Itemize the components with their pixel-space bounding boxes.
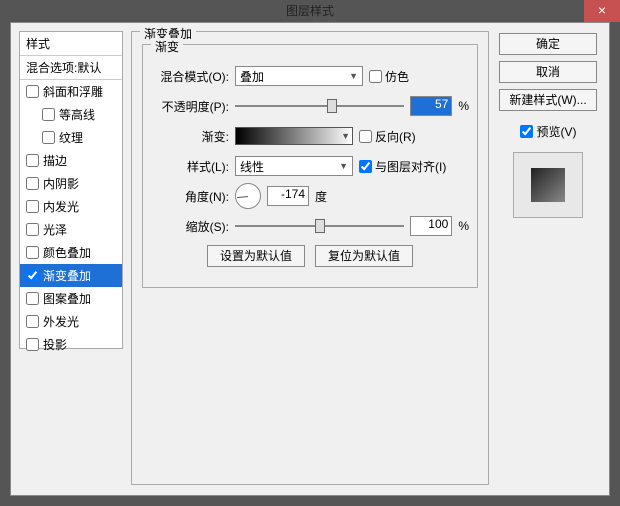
style-item-10[interactable]: 外发光 <box>20 310 122 333</box>
style-item-checkbox[interactable] <box>26 269 39 282</box>
dither-checkbox[interactable]: 仿色 <box>369 68 409 85</box>
styles-header: 样式 <box>20 32 122 56</box>
style-item-label: 图案叠加 <box>43 290 91 307</box>
style-item-label: 投影 <box>43 336 67 353</box>
gradient-overlay-group: 渐变叠加 渐变 混合模式(O): 叠加▼ 仿色 不透明度(P): <box>131 31 489 485</box>
style-item-label: 外发光 <box>43 313 79 330</box>
scale-slider[interactable] <box>235 217 404 235</box>
style-item-8[interactable]: 渐变叠加 <box>20 264 122 287</box>
style-select[interactable]: 线性▼ <box>235 156 353 176</box>
style-label: 样式(L): <box>151 158 229 175</box>
style-item-checkbox[interactable] <box>26 246 39 259</box>
style-item-6[interactable]: 光泽 <box>20 218 122 241</box>
style-item-checkbox[interactable] <box>26 154 39 167</box>
gradient-subgroup: 渐变 混合模式(O): 叠加▼ 仿色 不透明度(P): 57 <box>142 44 478 288</box>
blend-mode-select[interactable]: 叠加▼ <box>235 66 363 86</box>
align-checkbox[interactable]: 与图层对齐(I) <box>359 158 446 175</box>
style-item-label: 描边 <box>43 152 67 169</box>
preview-checkbox[interactable]: 预览(V) <box>499 123 597 140</box>
opacity-slider[interactable] <box>235 97 404 115</box>
style-item-checkbox[interactable] <box>26 223 39 236</box>
ok-button[interactable]: 确定 <box>499 33 597 55</box>
style-item-label: 内发光 <box>43 198 79 215</box>
angle-dial[interactable] <box>235 183 261 209</box>
style-item-checkbox[interactable] <box>42 108 55 121</box>
style-item-4[interactable]: 内阴影 <box>20 172 122 195</box>
style-item-checkbox[interactable] <box>26 315 39 328</box>
chevron-down-icon: ▼ <box>341 131 350 141</box>
chevron-down-icon: ▼ <box>349 71 358 81</box>
new-style-button[interactable]: 新建样式(W)... <box>499 89 597 111</box>
right-panel: 确定 取消 新建样式(W)... 预览(V) <box>499 33 597 218</box>
dialog: 样式 混合选项:默认 斜面和浮雕等高线纹理描边内阴影内发光光泽颜色叠加渐变叠加图… <box>10 22 610 496</box>
style-item-2[interactable]: 纹理 <box>20 126 122 149</box>
gradient-picker[interactable]: ▼ <box>235 127 353 145</box>
style-item-label: 颜色叠加 <box>43 244 91 261</box>
blend-mode-label: 混合模式(O): <box>151 68 229 85</box>
style-item-label: 纹理 <box>59 129 83 146</box>
style-item-label: 光泽 <box>43 221 67 238</box>
style-item-7[interactable]: 颜色叠加 <box>20 241 122 264</box>
style-item-1[interactable]: 等高线 <box>20 103 122 126</box>
preview-swatch <box>513 152 583 218</box>
angle-input[interactable]: -174 <box>267 186 309 206</box>
angle-label: 角度(N): <box>151 188 229 205</box>
reset-default-button[interactable]: 复位为默认值 <box>315 245 413 267</box>
style-item-0[interactable]: 斜面和浮雕 <box>20 80 122 103</box>
style-item-label: 等高线 <box>59 106 95 123</box>
style-item-checkbox[interactable] <box>26 338 39 351</box>
style-item-5[interactable]: 内发光 <box>20 195 122 218</box>
opacity-input[interactable]: 57 <box>410 96 452 116</box>
style-item-label: 渐变叠加 <box>43 267 91 284</box>
style-item-checkbox[interactable] <box>42 131 55 144</box>
preview-swatch-inner <box>531 168 565 202</box>
style-item-11[interactable]: 投影 <box>20 333 122 356</box>
style-item-9[interactable]: 图案叠加 <box>20 287 122 310</box>
style-item-label: 斜面和浮雕 <box>43 83 103 100</box>
subgroup-title: 渐变 <box>151 38 183 55</box>
gradient-label: 渐变: <box>151 128 229 145</box>
scale-input[interactable]: 100 <box>410 216 452 236</box>
style-item-checkbox[interactable] <box>26 292 39 305</box>
style-item-checkbox[interactable] <box>26 177 39 190</box>
styles-list: 样式 混合选项:默认 斜面和浮雕等高线纹理描边内阴影内发光光泽颜色叠加渐变叠加图… <box>19 31 123 349</box>
blend-options-header[interactable]: 混合选项:默认 <box>20 56 122 80</box>
set-default-button[interactable]: 设置为默认值 <box>207 245 305 267</box>
cancel-button[interactable]: 取消 <box>499 61 597 83</box>
window-title: 图层样式 <box>286 4 334 18</box>
reverse-checkbox[interactable]: 反向(R) <box>359 128 416 145</box>
style-item-label: 内阴影 <box>43 175 79 192</box>
title-bar: 图层样式 <box>0 0 620 22</box>
style-item-checkbox[interactable] <box>26 200 39 213</box>
style-item-3[interactable]: 描边 <box>20 149 122 172</box>
close-button[interactable]: × <box>584 0 620 22</box>
scale-label: 缩放(S): <box>151 218 229 235</box>
chevron-down-icon: ▼ <box>339 161 348 171</box>
opacity-label: 不透明度(P): <box>151 98 229 115</box>
style-item-checkbox[interactable] <box>26 85 39 98</box>
